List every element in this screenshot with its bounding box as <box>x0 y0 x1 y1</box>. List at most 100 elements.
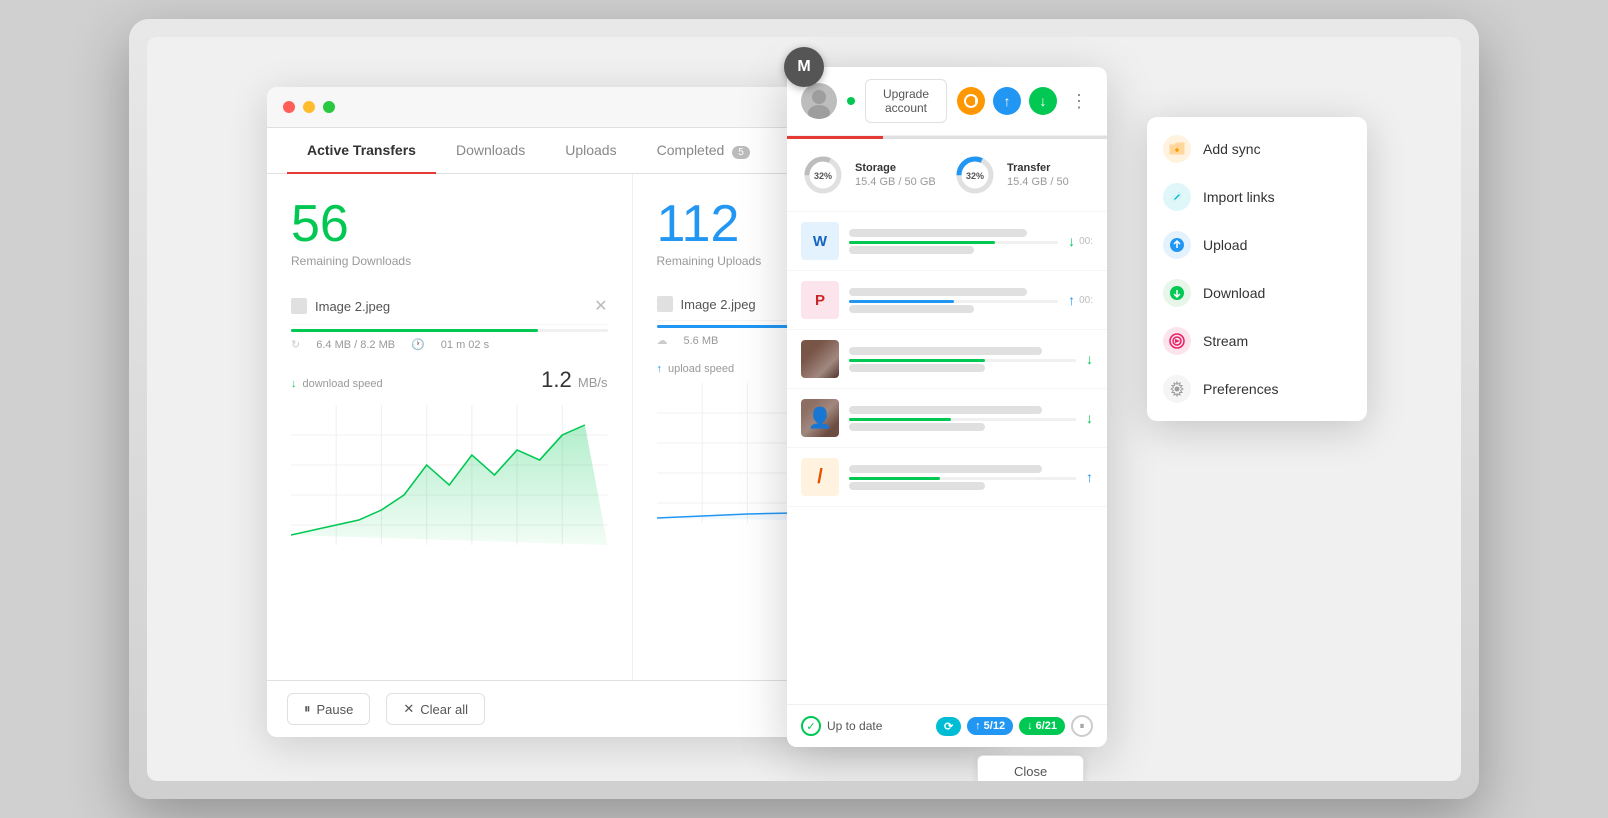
mega-file-action-2: ↑ 00: <box>1068 292 1093 308</box>
import-links-label: Import links <box>1203 189 1275 205</box>
download-progress-bar <box>291 329 608 332</box>
file-thumb-xlsx: / <box>801 458 839 496</box>
mega-progress-bar <box>787 136 1107 139</box>
download-file-row: Image 2.jpeg ✕ <box>291 288 608 325</box>
uptodate-badge: ✓ Up to date <box>801 716 882 736</box>
mega-file-item-4: ↓ <box>787 389 1107 448</box>
mega-footer: ✓ Up to date ⟳ ↑ 5/12 ↓ 6/21 ⏸ <box>787 704 1107 747</box>
upload-badge-icon: ↑ <box>975 720 981 732</box>
download-time-remaining: 01 m 02 s <box>441 339 489 351</box>
mega-file-bar-fill-1 <box>849 241 995 244</box>
preferences-label: Preferences <box>1203 381 1278 397</box>
mega-file-info-2 <box>849 286 1058 315</box>
teal-icon: ⟳ <box>944 720 953 733</box>
close-button[interactable]: Close <box>977 755 1084 781</box>
file-line-meta-2 <box>849 305 974 313</box>
mega-file-progress-4 <box>849 418 1076 421</box>
mega-file-info-1 <box>849 227 1058 256</box>
storage-item: 32% Storage 15.4 GB / 50 GB <box>801 153 941 197</box>
mega-file-action-3: ↓ <box>1086 351 1093 367</box>
download-file-name: Image 2.jpeg <box>315 299 586 314</box>
download-label: Download <box>1203 285 1265 301</box>
download-close-icon[interactable]: ✕ <box>594 296 607 316</box>
download-icon-btn[interactable]: ↓ <box>1029 87 1057 115</box>
upload-file-icon <box>657 296 673 312</box>
file-line-meta-5 <box>849 482 985 490</box>
context-item-upload[interactable]: Upload <box>1147 221 1367 269</box>
file-line-name-5 <box>849 465 1042 473</box>
download-clock-icon: 🕐 <box>411 338 425 351</box>
file-download-arrow-3: ↓ <box>1086 351 1093 367</box>
tab-completed[interactable]: Completed 5 <box>637 128 770 173</box>
file-line-meta-1 <box>849 246 974 254</box>
pause-badge[interactable]: ⏸ <box>1071 715 1093 737</box>
online-indicator <box>847 97 855 105</box>
context-item-download[interactable]: Download <box>1147 269 1367 317</box>
download-file-size: 6.4 MB / 8.2 MB <box>316 339 395 351</box>
mega-file-progress-2 <box>849 300 1058 303</box>
gear-icon <box>1163 375 1191 403</box>
download-speed-header: ↓ download speed 1.2 MB/s <box>291 367 608 397</box>
file-time-1: 00: <box>1079 236 1093 247</box>
mega-file-action-4: ↓ <box>1086 410 1093 426</box>
check-circle-icon: ✓ <box>801 716 821 736</box>
storage-donut: 32% <box>801 153 845 197</box>
traffic-light-red[interactable] <box>283 101 295 113</box>
download-file-meta: ↻ 6.4 MB / 8.2 MB 🕐 01 m 02 s <box>291 338 608 351</box>
mega-file-info-5 <box>849 463 1076 492</box>
context-item-preferences[interactable]: Preferences <box>1147 365 1367 413</box>
downloads-count: 56 <box>291 198 608 250</box>
file-download-arrow-4: ↓ <box>1086 410 1093 426</box>
file-thumb-ppt: P <box>801 281 839 319</box>
file-time-2: 00: <box>1079 295 1093 306</box>
traffic-light-yellow[interactable] <box>303 101 315 113</box>
upgrade-account-button[interactable]: Upgrade account <box>865 79 947 123</box>
upload-label: Upload <box>1203 237 1247 253</box>
storage-size: 15.4 GB / 50 GB <box>855 176 936 188</box>
mega-file-info-4 <box>849 404 1076 433</box>
upload-icon-btn[interactable]: ↑ <box>993 87 1021 115</box>
mega-file-info-3 <box>849 345 1076 374</box>
mega-file-progress-3 <box>849 359 1076 362</box>
folder-plus-icon <box>1163 135 1191 163</box>
file-thumb-photo2 <box>801 399 839 437</box>
badge-downloads: ↓ 6/21 <box>1019 717 1065 735</box>
context-item-import-links[interactable]: Import links <box>1147 173 1367 221</box>
mega-panel: Upgrade account ↑ ↓ <box>787 67 1107 747</box>
avatar-top: M <box>784 47 824 87</box>
link-icon <box>1163 183 1191 211</box>
tab-downloads[interactable]: Downloads <box>436 128 545 173</box>
download-speed-unit: MB/s <box>578 375 608 390</box>
mega-file-bar-fill-4 <box>849 418 951 421</box>
sync-icon-btn[interactable] <box>957 87 985 115</box>
download-badge-icon: ↓ <box>1027 720 1033 732</box>
context-item-add-sync[interactable]: Add sync <box>1147 125 1367 173</box>
more-options-btn[interactable]: ⋮ <box>1065 87 1093 115</box>
download-refresh-icon: ↻ <box>291 338 300 351</box>
clear-all-button[interactable]: ✕ Clear all <box>386 693 485 725</box>
tab-uploads[interactable]: Uploads <box>545 128 636 173</box>
file-line-name-4 <box>849 406 1042 414</box>
tab-active-transfers[interactable]: Active Transfers <box>287 128 436 173</box>
file-line-meta-4 <box>849 423 985 431</box>
context-item-stream[interactable]: Stream <box>1147 317 1367 365</box>
file-upload-arrow-2: ↑ <box>1068 292 1075 308</box>
mega-file-progress-1 <box>849 241 1058 244</box>
completed-badge: 5 <box>732 146 750 159</box>
transfer-info: Transfer 15.4 GB / 50 <box>1007 162 1069 188</box>
pause-button[interactable]: ⏸ Pause <box>287 693 370 725</box>
add-sync-label: Add sync <box>1203 141 1261 157</box>
storage-info: Storage 15.4 GB / 50 GB <box>855 162 936 188</box>
mega-avatar <box>801 83 837 119</box>
download-speed-section: ↓ download speed 1.2 MB/s <box>291 367 608 545</box>
upload-file-size: 5.6 MB <box>684 335 719 347</box>
traffic-light-green[interactable] <box>323 101 335 113</box>
badge-uploads: ↑ 5/12 <box>967 717 1013 735</box>
download-speed-value: 1.2 MB/s <box>541 367 607 393</box>
context-menu: Add sync Import links <box>1147 117 1367 421</box>
mega-progress-fill <box>787 136 883 139</box>
download-icon <box>1163 279 1191 307</box>
transfer-badges: ⟳ ↑ 5/12 ↓ 6/21 ⏸ <box>936 715 1093 737</box>
file-line-name-3 <box>849 347 1042 355</box>
header-icons: ↑ ↓ ⋮ <box>957 87 1093 115</box>
